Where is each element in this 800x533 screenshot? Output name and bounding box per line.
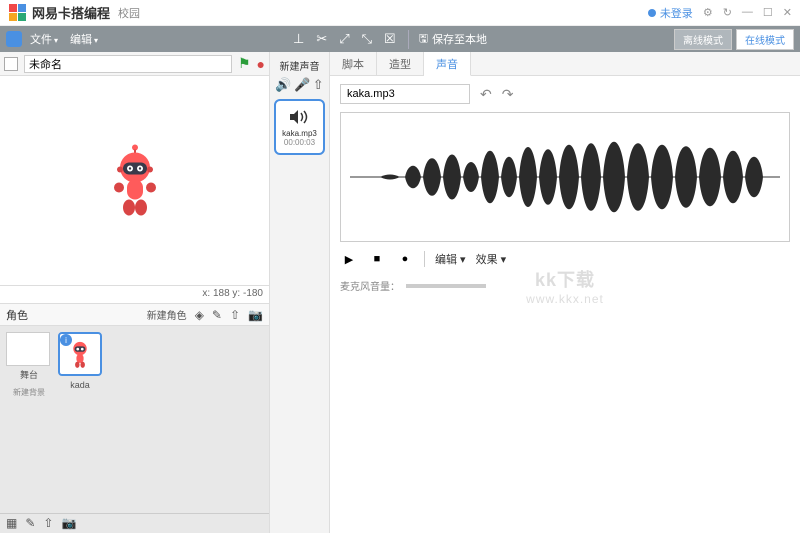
maximize-icon[interactable]: ☐ bbox=[763, 6, 773, 19]
app-subtitle: 校园 bbox=[118, 5, 140, 21]
minimize-icon[interactable]: — bbox=[742, 6, 753, 19]
waveform-canvas[interactable] bbox=[340, 112, 790, 242]
menu-logo bbox=[6, 31, 22, 47]
tab-scripts[interactable]: 脚本 bbox=[330, 52, 377, 75]
upload-backdrop-icon[interactable]: ⇧ bbox=[43, 516, 53, 531]
stage-coords: x: 188 y: -180 bbox=[0, 286, 269, 304]
duplicate-icon[interactable]: ✂ bbox=[316, 31, 327, 47]
sprite-name-label: kada bbox=[70, 380, 90, 390]
offline-mode-button[interactable]: 离线模式 bbox=[674, 29, 732, 50]
tab-sounds[interactable]: 声音 bbox=[424, 52, 471, 76]
tab-costumes[interactable]: 造型 bbox=[377, 52, 424, 75]
menu-file[interactable]: 文件▾ bbox=[30, 31, 58, 47]
menu-edit[interactable]: 编辑▾ bbox=[70, 31, 98, 47]
stage-thumbnail[interactable] bbox=[6, 332, 50, 366]
new-sprite-label: 新建角色 bbox=[147, 307, 187, 322]
paint-sprite-icon[interactable]: ✎ bbox=[212, 308, 222, 322]
close-icon[interactable]: ✕ bbox=[783, 6, 792, 19]
redo-icon[interactable]: ↷ bbox=[502, 86, 514, 103]
save-local-button[interactable]: 🖫 保存至本地 bbox=[408, 30, 487, 49]
new-sound-label: 新建声音 bbox=[274, 58, 325, 73]
stamp-icon[interactable]: ⊥ bbox=[293, 31, 304, 47]
sprite-section-label: 角色 bbox=[6, 307, 28, 323]
refresh-icon[interactable]: ↻ bbox=[723, 6, 732, 19]
choose-sprite-icon[interactable]: ◈ bbox=[195, 308, 204, 322]
paint-backdrop-icon[interactable]: ✎ bbox=[25, 516, 35, 531]
sprite-info-icon[interactable]: i bbox=[60, 334, 72, 346]
camera-sprite-icon[interactable]: 📷 bbox=[248, 308, 263, 322]
edit-menu[interactable]: 编辑 ▾ bbox=[435, 251, 466, 267]
disk-icon: 🖫 bbox=[419, 30, 428, 49]
choose-backdrop-icon[interactable]: ▦ bbox=[6, 516, 17, 531]
stop-button[interactable]: ■ bbox=[368, 250, 386, 268]
app-logo bbox=[8, 4, 26, 22]
login-link[interactable]: 未登录 bbox=[648, 5, 693, 21]
mic-icon[interactable]: 🎤 bbox=[294, 77, 310, 93]
upload-sound-icon[interactable]: ⇧ bbox=[313, 77, 324, 93]
camera-backdrop-icon[interactable]: 📷 bbox=[61, 516, 76, 531]
mic-volume-label: 麦克风音量： bbox=[340, 278, 400, 293]
fullscreen-icon[interactable] bbox=[4, 57, 18, 71]
speaker-icon[interactable]: 🔊 bbox=[275, 77, 291, 93]
online-mode-button[interactable]: 在线模式 bbox=[736, 29, 794, 50]
stage-thumb-label: 舞台 bbox=[6, 368, 52, 381]
mic-volume-slider[interactable] bbox=[406, 284, 486, 288]
sound-item-name: kaka.mp3 bbox=[278, 129, 321, 138]
upload-sprite-icon[interactable]: ⇧ bbox=[230, 308, 240, 322]
sound-item-duration: 00:00:03 bbox=[278, 138, 321, 147]
new-backdrop-label: 新建背景 bbox=[6, 387, 52, 398]
grow-icon[interactable]: ⤢ bbox=[339, 31, 349, 47]
save-label: 保存至本地 bbox=[432, 31, 487, 47]
sprite-thumbnail-kada[interactable]: i bbox=[58, 332, 102, 376]
login-label: 未登录 bbox=[660, 5, 693, 21]
play-button[interactable]: ▶ bbox=[340, 250, 358, 268]
sound-wave-icon bbox=[286, 107, 314, 127]
project-name-input[interactable] bbox=[24, 55, 232, 73]
sound-name-input[interactable] bbox=[340, 84, 470, 104]
stop-icon[interactable]: ● bbox=[257, 56, 265, 72]
stage-canvas[interactable] bbox=[0, 76, 269, 286]
sprite-robot bbox=[105, 141, 165, 217]
help-icon[interactable]: ☒ bbox=[384, 31, 396, 47]
app-title: 网易卡搭编程 bbox=[32, 3, 110, 22]
green-flag-icon[interactable]: ⚑ bbox=[238, 55, 251, 72]
sound-item-kaka[interactable]: kaka.mp3 00:00:03 bbox=[274, 99, 325, 155]
effects-menu[interactable]: 效果 ▾ bbox=[476, 251, 507, 267]
shrink-icon[interactable]: ⤡ bbox=[362, 31, 372, 47]
user-icon bbox=[648, 9, 656, 17]
settings-icon[interactable]: ⚙ bbox=[703, 6, 713, 19]
record-button[interactable]: ● bbox=[396, 250, 414, 268]
undo-icon[interactable]: ↶ bbox=[480, 86, 492, 103]
